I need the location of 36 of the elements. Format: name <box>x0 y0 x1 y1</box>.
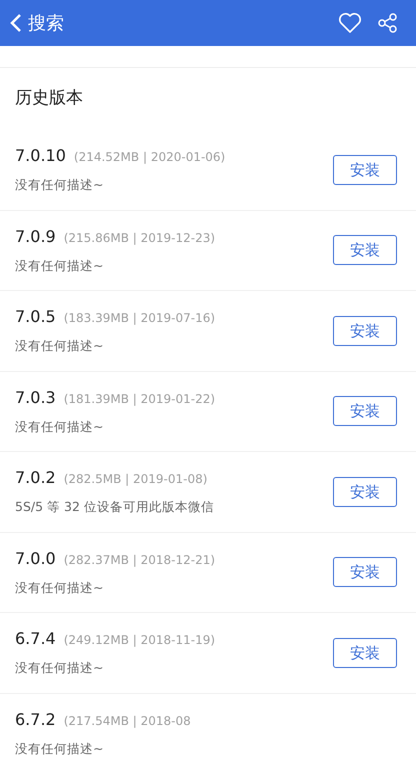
share-icon[interactable] <box>378 13 398 33</box>
version-number: 7.0.2 <box>15 467 56 490</box>
section-title: 历史版本 <box>15 87 83 110</box>
size-and-date: (183.39MB | 2019-07-16) <box>64 310 216 328</box>
version-description: 没有任何描述~ <box>15 578 104 597</box>
version-description: 没有任何描述~ <box>15 337 104 356</box>
version-number: 7.0.0 <box>15 548 56 570</box>
install-button[interactable]: 安装 <box>333 235 397 266</box>
version-number: 6.7.2 <box>15 708 56 731</box>
install-button[interactable]: 安装 <box>333 154 397 185</box>
size-and-date: (215.86MB | 2019-12-23) <box>64 230 216 247</box>
heart-icon[interactable] <box>338 12 362 34</box>
version-number: 6.7.4 <box>15 628 56 650</box>
install-button[interactable]: 安装 <box>333 476 397 507</box>
install-button[interactable]: 安装 <box>333 316 397 346</box>
version-number: 7.0.9 <box>15 226 56 248</box>
version-number: 7.0.5 <box>15 306 56 328</box>
version-description: 没有任何描述~ <box>15 256 104 275</box>
version-description: 没有任何描述~ <box>15 176 104 194</box>
version-number: 7.0.3 <box>15 386 56 409</box>
back-icon[interactable] <box>10 13 22 33</box>
version-description: 5S/5 等 32 位设备可用此版本微信 <box>15 498 215 516</box>
version-description: 没有任何描述~ <box>15 740 104 758</box>
back-label[interactable]: 搜索 <box>28 10 64 36</box>
size-and-date: (282.5MB | 2019-01-08) <box>64 471 208 488</box>
size-and-date: (214.52MB | 2020-01-06) <box>74 149 226 166</box>
install-button[interactable]: 安装 <box>333 396 397 426</box>
install-button[interactable]: 安装 <box>333 638 397 668</box>
version-number: 7.0.10 <box>15 145 66 168</box>
size-and-date: (282.37MB | 2018-12-21) <box>64 552 216 569</box>
version-description: 没有任何描述~ <box>15 418 104 436</box>
install-button[interactable]: 安装 <box>333 557 397 588</box>
version-description: 没有任何描述~ <box>15 659 104 678</box>
size-and-date: (181.39MB | 2019-01-22) <box>64 390 216 408</box>
size-and-date: (249.12MB | 2018-11-19) <box>64 632 216 650</box>
size-and-date: (217.54MB | 2018-08 <box>64 712 191 730</box>
